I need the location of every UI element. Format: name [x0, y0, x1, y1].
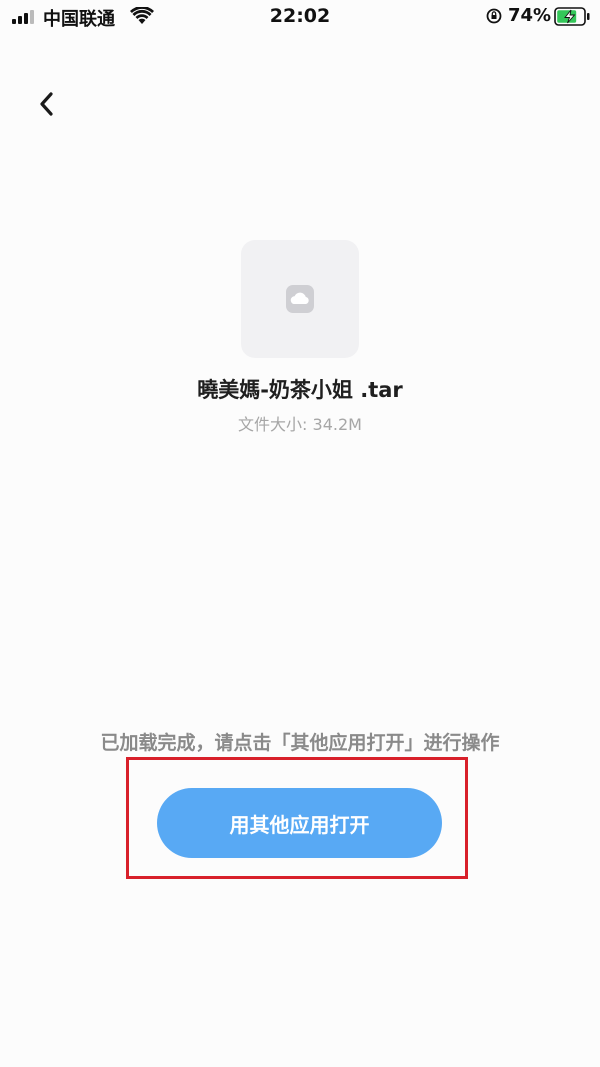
file-size: 文件大小: 34.2M — [238, 415, 362, 434]
screen: 中国联通 22:02 74% 曉美媽-奶茶小姐 .tar 文件大小: 34.2M… — [0, 0, 600, 1067]
file-thumbnail — [241, 240, 359, 358]
file-name: 曉美媽-奶茶小姐 .tar — [197, 378, 403, 402]
chevron-left-icon — [40, 92, 53, 116]
open-with-other-app-button[interactable]: 用其他应用打开 — [157, 788, 442, 858]
cloud-file-icon — [286, 285, 314, 313]
status-bar: 中国联通 22:02 74% — [0, 0, 600, 34]
battery-charging-icon — [554, 7, 590, 26]
instruction-hint: 已加载完成，请点击「其他应用打开」进行操作 — [100, 732, 500, 754]
battery-percent: 74% — [508, 5, 552, 26]
rotation-lock-icon — [486, 8, 502, 24]
back-button[interactable] — [28, 84, 64, 124]
